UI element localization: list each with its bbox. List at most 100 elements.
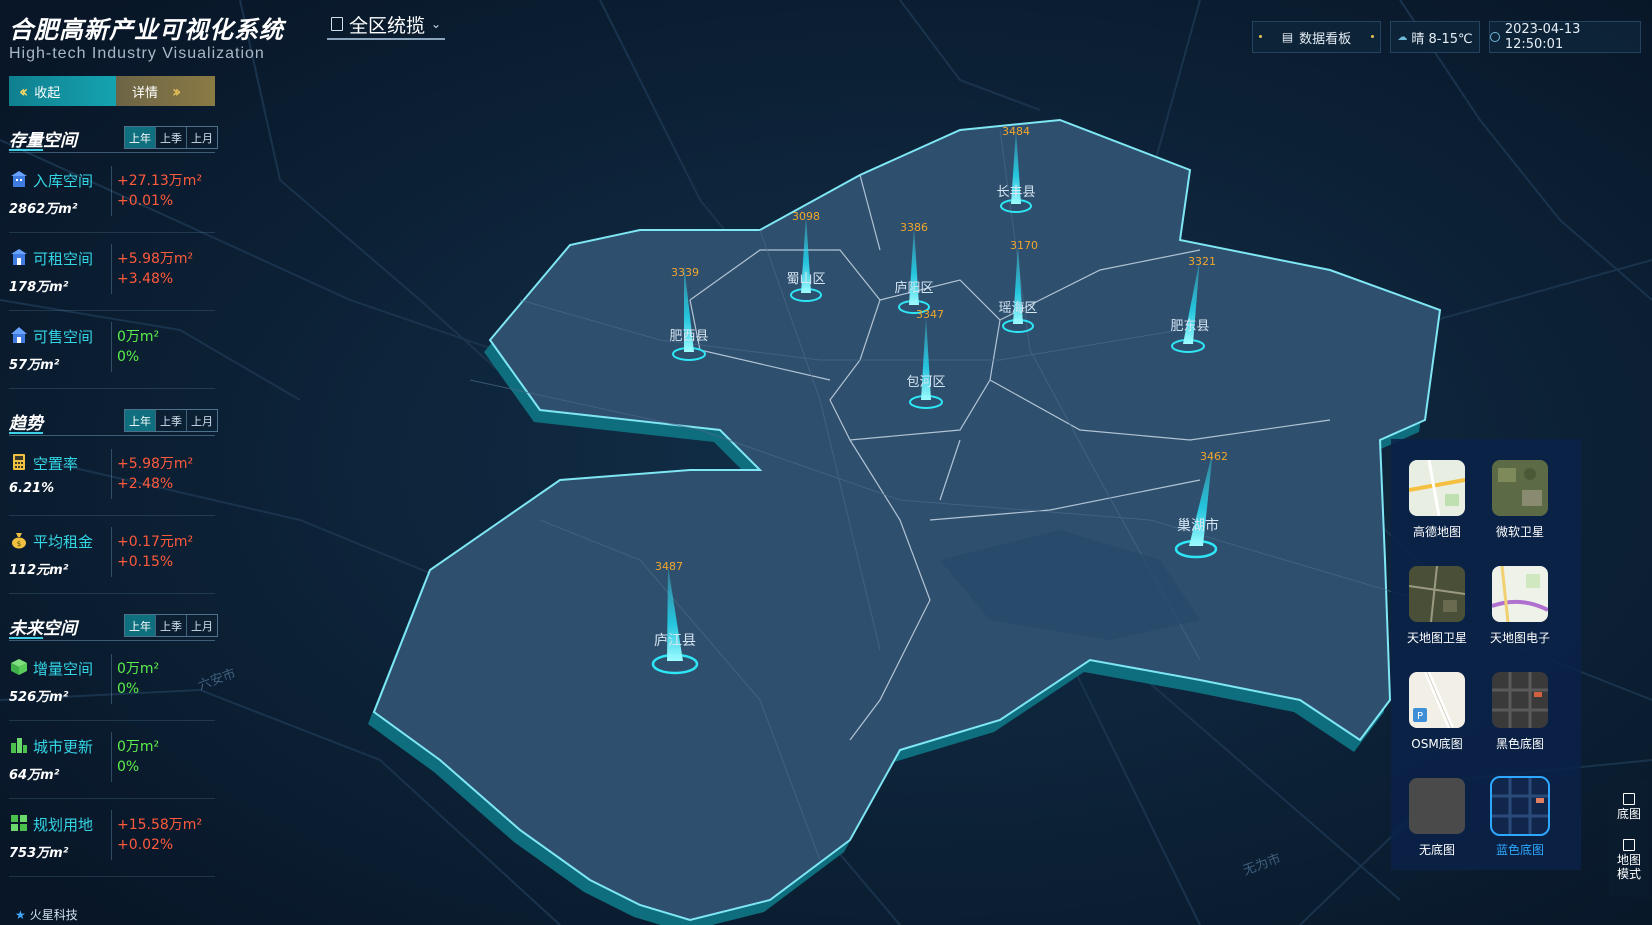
pin-value: 3386 <box>900 221 928 234</box>
section-accent <box>9 637 43 639</box>
section-header-stock-space: 存量空间 上年 上季 上月 <box>9 124 218 153</box>
tab-last-month[interactable]: 上月 <box>186 410 217 431</box>
basemap-thumbnail <box>1492 672 1548 728</box>
divider <box>111 732 112 782</box>
satellite-map-icon <box>1409 566 1465 622</box>
basemap-option-tianditu-satellite[interactable]: 天地图卫星 <box>1397 566 1477 646</box>
divider <box>111 244 112 294</box>
metric-delta-amount: +5.98万m² <box>117 456 194 472</box>
pin-district-name: 庐阳区 <box>894 281 933 296</box>
basemap-label: OSM底图 <box>1411 737 1463 751</box>
dashboard-button[interactable]: ▤ 数据看板 <box>1252 21 1381 53</box>
pin-value: 3484 <box>1002 125 1030 138</box>
metric-delta-percent: 0% <box>117 681 140 697</box>
divider <box>111 654 112 704</box>
collapse-label: 收起 <box>34 85 61 101</box>
metric-value: 57万m² <box>9 358 60 373</box>
basemap-label: 蓝色底图 <box>1495 843 1544 857</box>
money-bag-icon: $ <box>12 533 26 549</box>
metric-value: 753万m² <box>9 846 69 861</box>
section-accent <box>9 149 43 151</box>
pin-value: 3321 <box>1188 255 1216 268</box>
metric-value: 112元m² <box>9 563 69 578</box>
tab-last-month[interactable]: 上月 <box>186 127 217 148</box>
dark-map-icon <box>1492 672 1548 728</box>
grid-icon <box>11 815 27 831</box>
pin-district-name: 庐江县 <box>654 633 696 649</box>
basemap-label: 黑色底图 <box>1495 737 1544 751</box>
layers-icon <box>1623 793 1635 805</box>
metric-value: 6.21% <box>9 481 55 496</box>
chart-icon: ▤ <box>1281 30 1294 44</box>
metric-average-rent[interactable]: $ 平均租金 112元m² +0.17元m² +0.15% <box>9 519 215 594</box>
tab-last-quarter[interactable]: 上季 <box>155 410 186 431</box>
basemap-option-none[interactable]: 无底图 <box>1397 778 1477 858</box>
basemap-thumbnail: P <box>1409 672 1465 728</box>
building-icon <box>11 249 27 265</box>
metric-sellable-space[interactable]: 可售空间 57万m² 0万m² 0% <box>9 314 215 389</box>
pin-district-name: 长丰县 <box>996 185 1035 200</box>
map-mode-label: 地图模式 <box>1616 853 1641 881</box>
metric-incremental-space[interactable]: 增量空间 526万m² 0万m² 0% <box>9 646 215 721</box>
basemap-thumbnail <box>1409 778 1465 834</box>
section-accent <box>9 432 43 434</box>
section-title: 存量空间 <box>9 131 77 151</box>
metric-vacancy-rate[interactable]: 空置率 6.21% +5.98万m² +2.48% <box>9 441 215 516</box>
tab-last-year[interactable]: 上年 <box>125 410 155 431</box>
metric-delta-percent: +0.01% <box>117 193 174 209</box>
metric-value: 178万m² <box>9 280 69 295</box>
basemap-option-osm[interactable]: P OSM底图 <box>1397 672 1477 752</box>
section-header-future-space: 未来空间 上年 上季 上月 <box>9 612 218 641</box>
section-title: 未来空间 <box>9 619 77 639</box>
calculator-icon <box>13 454 25 470</box>
house-icon <box>11 327 27 343</box>
divider <box>111 449 112 499</box>
metric-rentable-space[interactable]: 可租空间 178万m² +5.98万m² +3.48% <box>9 236 215 311</box>
svg-text:$: $ <box>17 540 21 548</box>
datetime-text: 2023-04-13 12:50:01 <box>1504 22 1581 52</box>
basemap-thumbnail <box>1492 566 1548 622</box>
tab-last-quarter[interactable]: 上季 <box>155 127 186 148</box>
pin-district-name: 巢湖市 <box>1177 517 1219 534</box>
period-tabs: 上年 上季 上月 <box>124 409 218 432</box>
metric-stored-space[interactable]: 入库空间 2862万m² +27.13万m² +0.01% <box>9 158 215 233</box>
metric-label: 入库空间 <box>33 172 94 190</box>
tab-last-month[interactable]: 上月 <box>186 615 217 636</box>
basemap-tool-label: 底图 <box>1616 807 1641 821</box>
basemap-tool-button[interactable]: 底图 <box>1609 793 1649 821</box>
map-mode-button[interactable]: 地图模式 <box>1609 839 1649 881</box>
metric-delta-percent: +0.15% <box>117 554 174 570</box>
basemap-label: 微软卫星 <box>1495 525 1544 539</box>
metric-urban-renewal[interactable]: 城市更新 64万m² 0万m² 0% <box>9 724 215 799</box>
datetime-badge: 2023-04-13 12:50:01 <box>1489 21 1641 53</box>
street-map-icon: P <box>1413 672 1454 728</box>
basemap-option-gaode[interactable]: 高德地图 <box>1397 460 1477 540</box>
brand-footer: ★ 火星科技 <box>15 906 78 923</box>
divider <box>111 810 112 860</box>
region-select-value: 全区统揽 <box>349 14 426 37</box>
metric-label: 可售空间 <box>33 328 94 346</box>
detail-button[interactable]: 详情 ›› <box>116 76 215 106</box>
pin-value: 3170 <box>1010 239 1038 252</box>
blue-map-icon <box>1492 778 1548 834</box>
decor-dot-icon <box>1371 35 1374 38</box>
clock-icon <box>1490 32 1500 42</box>
metric-delta-amount: 0万m² <box>117 739 160 755</box>
collapse-button[interactable]: ‹‹ 收起 <box>9 76 116 106</box>
tab-last-quarter[interactable]: 上季 <box>155 615 186 636</box>
tab-last-year[interactable]: 上年 <box>125 127 155 148</box>
metric-delta-amount: +0.17元m² <box>117 534 194 550</box>
basemap-option-tianditu-vector[interactable]: 天地图电子 <box>1480 566 1560 646</box>
basemap-option-blue[interactable]: 蓝色底图 <box>1480 776 1560 858</box>
metric-delta-percent: +2.48% <box>117 476 174 492</box>
city-icon <box>11 738 27 753</box>
basemap-option-microsoft-satellite[interactable]: 微软卫星 <box>1480 460 1560 540</box>
divider <box>111 322 112 372</box>
tab-last-year[interactable]: 上年 <box>125 615 155 636</box>
metric-planned-land[interactable]: 规划用地 753万m² +15.58万m² +0.02% <box>9 802 215 877</box>
basemap-option-black[interactable]: 黑色底图 <box>1480 672 1560 752</box>
region-select[interactable]: 全区统揽 ⌄ <box>327 10 446 40</box>
double-chevron-left-icon: ‹‹ <box>19 81 28 101</box>
metric-label: 空置率 <box>33 455 79 473</box>
divider <box>111 166 112 216</box>
